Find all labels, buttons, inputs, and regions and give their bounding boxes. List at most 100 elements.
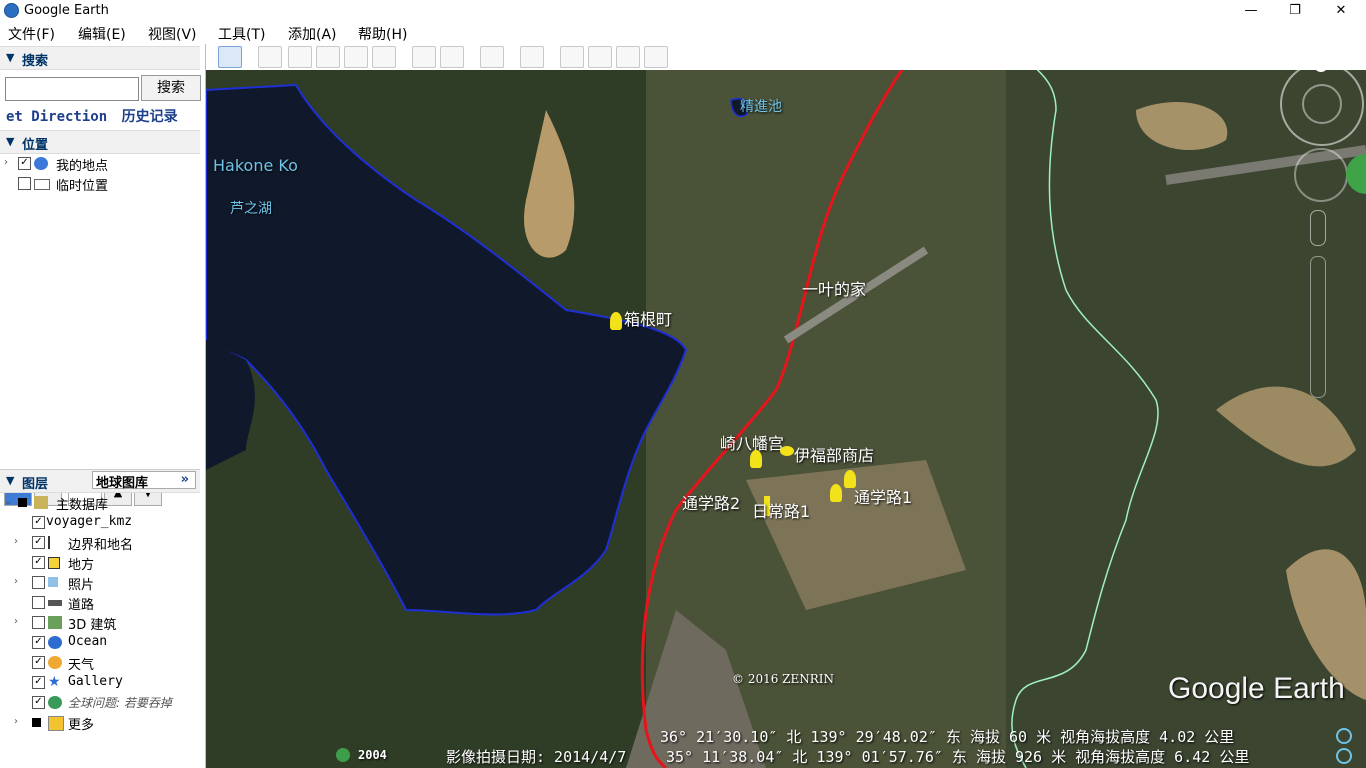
checkbox[interactable]: ✓ (18, 157, 31, 170)
tree-item-layer[interactable]: › 3D 建筑 (4, 614, 200, 634)
places-icon (48, 557, 60, 569)
collapse-triangle-icon: ▼ (6, 51, 15, 64)
placemark-label-school1[interactable]: 通学路1 (854, 484, 912, 508)
map-label-lake-cn: 芦之湖 (230, 201, 272, 217)
close-button[interactable]: ✕ (1318, 0, 1364, 22)
layers-section-header[interactable]: ▼ 图层 地球图库 » (0, 469, 200, 493)
checkbox[interactable] (18, 498, 27, 507)
maximize-button[interactable]: ❐ (1272, 0, 1318, 22)
expand-arrow-icon[interactable]: ⌄ (4, 496, 12, 507)
status-coordinates-line2: 35° 11′38.04″ 北 139° 01′57.76″ 东 海拔 926 … (666, 748, 1250, 766)
checkbox[interactable] (32, 596, 45, 609)
checkbox[interactable]: ✓ (32, 536, 45, 549)
map-view[interactable]: Hakone Ko 芦之湖 精進池 箱根町 一叶的家 崎八幡宫 伊福部商店 通学… (206, 50, 1366, 768)
ruler-icon[interactable] (520, 46, 544, 68)
earth-gallery-button[interactable]: 地球图库 » (92, 471, 196, 491)
global-awareness-icon (48, 696, 62, 709)
expand-arrow-icon[interactable]: › (14, 536, 18, 547)
streaming-status-icon (1336, 748, 1352, 764)
checkbox[interactable] (32, 576, 45, 589)
add-polygon-icon[interactable] (288, 46, 312, 68)
search-section-header[interactable]: ▼ 搜索 (0, 46, 200, 70)
history-link[interactable]: 历史记录 (122, 109, 178, 125)
add-image-overlay-icon[interactable] (344, 46, 368, 68)
checkbox[interactable]: ✓ (32, 656, 45, 669)
tree-item-layer[interactable]: › 照片 (4, 574, 200, 594)
placemark-label-school2[interactable]: 通学路2 (682, 490, 740, 514)
tree-item-layer[interactable]: ✓ 天气 (4, 654, 200, 674)
zoom-slider[interactable] (1310, 256, 1326, 398)
tree-item-temporary-places[interactable]: 临时位置 (4, 175, 194, 195)
compass-ring[interactable]: N (1280, 58, 1364, 146)
expand-arrow-icon[interactable]: › (4, 157, 8, 168)
view-in-maps-icon[interactable] (616, 46, 640, 68)
database-layers-icon (34, 496, 48, 509)
sunlight-icon[interactable] (440, 46, 464, 68)
pegman-icon[interactable] (1310, 210, 1326, 246)
3d-buildings-icon (48, 616, 62, 629)
expand-arrow-icon[interactable]: › (14, 616, 18, 627)
main-toolbar (206, 44, 1366, 70)
placemark-label-daily1[interactable]: 日常路1 (752, 498, 810, 522)
placemark-pin-icon[interactable] (830, 484, 842, 502)
borders-flag-icon (48, 536, 60, 549)
menu-tools[interactable]: 工具(T) (218, 24, 265, 44)
tree-item-layer[interactable]: › ✓ 边界和地名 (4, 534, 200, 554)
get-directions-link[interactable]: et Direction (6, 109, 107, 125)
gallery-star-icon: ★ (48, 674, 61, 690)
checkbox[interactable] (18, 177, 31, 190)
expand-arrow-icon[interactable]: › (14, 576, 18, 587)
menu-help[interactable]: 帮助(H) (358, 24, 407, 44)
email-icon[interactable] (560, 46, 584, 68)
tree-item-layer[interactable]: 道路 (4, 594, 200, 614)
sidebar-toggle-icon[interactable] (218, 46, 242, 68)
checkbox[interactable]: ✓ (32, 516, 45, 529)
tree-item-my-places[interactable]: › ✓ 我的地点 (4, 155, 194, 175)
collapse-triangle-icon: ▼ (6, 135, 15, 148)
checkbox[interactable] (32, 718, 41, 727)
placemark-pin-icon[interactable] (610, 312, 622, 330)
tree-item-layer[interactable]: ✓ ★ Gallery (4, 674, 200, 694)
streaming-status-icon (1336, 728, 1352, 744)
search-button[interactable]: 搜索 (141, 75, 201, 101)
title-bar: Google Earth — ❐ ✕ (0, 0, 1366, 22)
placemark-pin-icon[interactable] (780, 446, 794, 456)
photos-icon (48, 577, 58, 587)
tree-item-layer[interactable]: ✓ 全球问题: 若要吞掉 (4, 694, 200, 714)
add-path-icon[interactable] (316, 46, 340, 68)
placemark-label-house[interactable]: 一叶的家 (802, 276, 866, 300)
historical-imagery-icon[interactable] (412, 46, 436, 68)
tree-item-layer[interactable]: ✓ 地方 (4, 554, 200, 574)
placemark-label-shop[interactable]: 伊福部商店 (794, 442, 874, 466)
checkbox[interactable]: ✓ (32, 556, 45, 569)
expand-arrow-icon[interactable]: › (14, 716, 18, 727)
places-section-header[interactable]: ▼ 位置 (0, 130, 200, 154)
checkbox[interactable] (32, 616, 45, 629)
search-links: et Direction 历史记录 (6, 106, 178, 126)
save-image-icon[interactable] (644, 46, 668, 68)
menu-file[interactable]: 文件(F) (8, 24, 55, 44)
menu-edit[interactable]: 编辑(E) (78, 24, 126, 44)
checkbox[interactable]: ✓ (32, 676, 45, 689)
switch-planet-icon[interactable] (480, 46, 504, 68)
tree-item-layer[interactable]: › 更多 (4, 714, 200, 734)
checkbox[interactable]: ✓ (32, 696, 45, 709)
move-joystick-icon[interactable] (1294, 148, 1348, 202)
search-input[interactable] (5, 77, 139, 101)
minimize-button[interactable]: — (1228, 0, 1274, 22)
tree-item-layer[interactable]: ✓ Ocean (4, 634, 200, 654)
timeline-clock-icon[interactable] (336, 748, 350, 762)
record-tour-icon[interactable] (372, 46, 396, 68)
look-joystick-icon[interactable] (1302, 84, 1342, 124)
placemark-label-hakone[interactable]: 箱根町 (624, 306, 672, 330)
tree-item-primary-database[interactable]: ⌄ 主数据库 (4, 494, 200, 514)
google-earth-logo: Google Earth (1168, 672, 1345, 705)
print-icon[interactable] (588, 46, 612, 68)
add-placemark-icon[interactable] (258, 46, 282, 68)
menu-view[interactable]: 视图(V) (148, 24, 197, 44)
tree-item-layer[interactable]: ✓ voyager_kmz (4, 514, 200, 534)
menu-add[interactable]: 添加(A) (288, 24, 337, 44)
checkbox[interactable]: ✓ (32, 636, 45, 649)
placemark-pin-icon[interactable] (750, 450, 762, 468)
menu-bar: 文件(F) 编辑(E) 视图(V) 工具(T) 添加(A) 帮助(H) (0, 22, 1366, 44)
